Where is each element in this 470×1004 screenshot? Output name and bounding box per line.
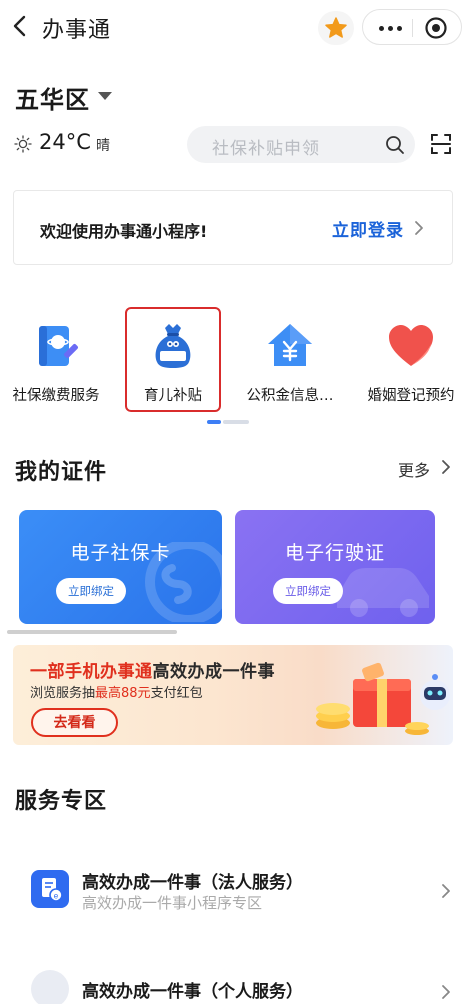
welcome-text: 欢迎使用办事通小程序! [40, 222, 208, 241]
chevron-left-icon [13, 15, 26, 37]
list-item-title: 高效办成一件事（个人服务） [82, 982, 303, 1002]
pager-dot-active [207, 420, 221, 424]
list-item-personal-service[interactable]: 高效办成一件事（个人服务） [0, 960, 470, 1004]
login-card: 欢迎使用办事通小程序! 立即登录 [13, 190, 453, 265]
cert-card-social-security[interactable]: 电子社保卡 立即绑定 [19, 510, 222, 624]
caret-down-icon[interactable] [98, 92, 112, 100]
service-housing-fund[interactable]: 公积金信息… [234, 312, 346, 412]
banner-sub-prefix: 浏览服务抽 [30, 686, 96, 701]
go-see-button[interactable]: 去看看 [31, 708, 118, 737]
svg-text:e: e [54, 892, 59, 901]
promo-banner[interactable]: 一部手机办事通高效办成一件事 浏览服务抽最高88元支付红包 去看看 [13, 645, 453, 745]
miniprogram-capsule [362, 9, 462, 45]
bind-now-button[interactable]: 立即绑定 [56, 578, 126, 604]
gift-coins-illustration-icon [316, 662, 450, 735]
district-selector[interactable]: 五华区 [15, 80, 90, 115]
page-title: 办事通 [42, 18, 112, 43]
list-item-corporate-service[interactable]: e 高效办成一件事（法人服务） 高效办成一件事小程序专区 [0, 855, 470, 925]
chevron-right-icon[interactable] [440, 882, 452, 900]
cert-card-driving-license[interactable]: 电子行驶证 立即绑定 [235, 510, 435, 624]
chevron-right-icon[interactable] [412, 218, 426, 238]
banner-title-highlight: 一部手机办事通 [30, 662, 153, 682]
scan-icon[interactable] [429, 132, 453, 156]
more-link[interactable]: 更多 [398, 457, 430, 481]
banner-subtitle: 浏览服务抽最高88元支付红包 [30, 682, 203, 701]
banner-sub-suffix: 支付红包 [150, 686, 203, 701]
horizontal-scrollbar[interactable] [7, 630, 177, 634]
search-placeholder: 社保补贴申领 [212, 139, 320, 159]
section-title-certificates: 我的证件 [15, 460, 108, 485]
target-circle-icon [425, 17, 447, 39]
document-service-icon: e [31, 870, 69, 908]
star-icon [325, 17, 347, 38]
search-icon[interactable] [385, 135, 405, 155]
top-nav-bar: 办事通 [0, 0, 470, 54]
banner-sub-highlight: 最高88元 [95, 686, 151, 701]
search-input[interactable]: 社保补贴申领 [187, 126, 415, 163]
personal-service-icon [31, 970, 69, 1004]
service-social-security[interactable]: 社保缴费服务 [0, 312, 112, 412]
service-label: 公积金信息… [246, 388, 334, 404]
list-item-title: 高效办成一件事（法人服务） [82, 873, 303, 893]
banner-title-rest: 高效办成一件事 [152, 662, 275, 682]
more-options-button[interactable] [373, 15, 407, 41]
chevron-right-icon[interactable] [440, 983, 452, 1001]
housing-fund-house-icon [268, 324, 312, 366]
chevron-right-icon[interactable] [440, 458, 452, 476]
service-marriage-registration[interactable]: 婚姻登记预约 [355, 312, 467, 412]
close-miniprogram-button[interactable] [423, 16, 449, 40]
service-label: 社保缴费服务 [12, 388, 100, 404]
favorite-button[interactable] [318, 11, 354, 45]
highlight-marker [125, 307, 221, 412]
heart-icon [389, 325, 433, 366]
sun-icon [14, 135, 32, 153]
service-label: 婚姻登记预约 [367, 388, 455, 404]
list-item-subtitle: 高效办成一件事小程序专区 [82, 894, 263, 912]
back-button[interactable] [8, 10, 36, 42]
section-title-service-zone: 服务专区 [15, 789, 108, 814]
weather-condition: 晴 [96, 138, 110, 154]
pager-dot [223, 420, 249, 424]
temperature: 24°C [39, 130, 91, 154]
bind-now-button[interactable]: 立即绑定 [273, 578, 343, 604]
banner-title: 一部手机办事通高效办成一件事 [30, 657, 275, 682]
social-security-book-icon [39, 326, 78, 366]
cert-title: 电子社保卡 [70, 542, 171, 564]
login-link[interactable]: 立即登录 [332, 216, 404, 241]
cert-title: 电子行驶证 [284, 542, 385, 564]
